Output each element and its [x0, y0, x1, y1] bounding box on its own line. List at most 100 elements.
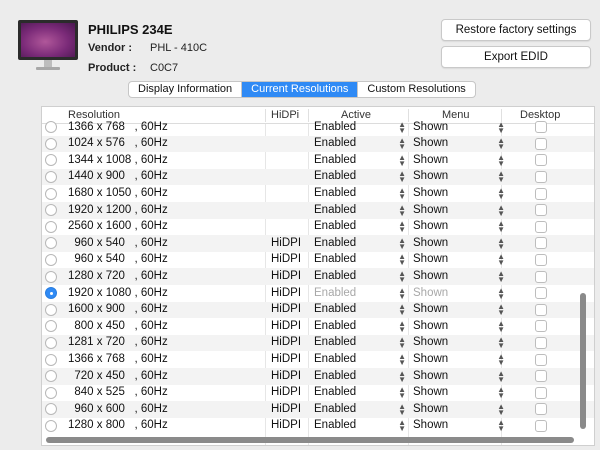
desktop-checkbox[interactable] [535, 204, 547, 217]
menu-popup[interactable]: Shown ▲ ▼ [413, 319, 505, 333]
tab-current-resolutions[interactable]: Current Resolutions [242, 82, 359, 97]
desktop-checkbox[interactable] [535, 121, 547, 134]
active-popup[interactable]: Enabled ▲ ▼ [314, 352, 406, 366]
desktop-checkbox[interactable] [535, 220, 547, 233]
menu-popup[interactable]: Shown ▲ ▼ [413, 402, 505, 416]
menu-popup[interactable]: Shown ▲ ▼ [413, 170, 505, 184]
table-row[interactable]: 1366 x 768 , 60Hz HiDPI Enabled ▲ ▼ Shown ▲ ▼ [42, 351, 594, 368]
select-radio-button[interactable] [45, 220, 57, 233]
menu-popup[interactable]: Shown ▲ ▼ [413, 236, 505, 250]
desktop-checkbox[interactable] [535, 254, 547, 267]
active-popup[interactable]: Enabled ▲ ▼ [314, 137, 406, 151]
desktop-checkbox[interactable] [535, 403, 547, 416]
select-radio-button[interactable] [45, 320, 57, 333]
menu-popup[interactable]: Shown ▲ ▼ [413, 369, 505, 383]
menu-popup[interactable]: Shown ▲ ▼ [413, 137, 505, 151]
menu-popup[interactable]: Shown ▲ ▼ [413, 419, 505, 433]
table-row[interactable]: 1024 x 576 , 60Hz Enabled ▲ ▼ Shown ▲ ▼ [42, 135, 594, 153]
active-popup[interactable]: Enabled ▲ ▼ [314, 369, 406, 383]
select-radio-button[interactable] [45, 154, 57, 167]
table-row[interactable]: 1680 x 1050 , 60Hz Enabled ▲ ▼ Shown ▲ ▼ [42, 185, 594, 202]
desktop-checkbox[interactable] [535, 137, 547, 150]
menu-popup[interactable]: Shown ▲ ▼ [413, 253, 505, 267]
active-popup[interactable]: Enabled ▲ ▼ [314, 203, 406, 217]
menu-popup[interactable]: Shown ▲ ▼ [413, 220, 505, 234]
table-row[interactable]: 1344 x 1008 , 60Hz Enabled ▲ ▼ Shown ▲ ▼ [42, 152, 594, 169]
table-row[interactable]: 960 x 540 , 60Hz HiDPI Enabled ▲ ▼ Shown ▲ ▼ [42, 252, 594, 269]
table-row[interactable]: 1920 x 1080 , 60Hz HiDPI Enabled ▲ ▼ Shown ▲ ▼ [42, 285, 594, 302]
table-row[interactable]: 960 x 540 , 60Hz HiDPI Enabled ▲ ▼ Shown ▲ ▼ [42, 235, 594, 252]
table-row[interactable]: 1920 x 1200 , 60Hz Enabled ▲ ▼ Shown ▲ ▼ [42, 202, 594, 219]
desktop-checkbox[interactable] [535, 187, 547, 200]
select-radio-button[interactable] [45, 403, 57, 416]
table-row[interactable]: 800 x 450 , 60Hz HiDPI Enabled ▲ ▼ Shown ▲ ▼ [42, 318, 594, 335]
desktop-checkbox[interactable] [535, 386, 547, 399]
select-radio-button[interactable] [45, 353, 57, 366]
table-row[interactable]: 720 x 450 , 60Hz HiDPI Enabled ▲ ▼ Shown ▲ ▼ [42, 368, 594, 385]
table-row[interactable]: 2560 x 1600 , 60Hz Enabled ▲ ▼ Shown ▲ ▼ [42, 219, 594, 236]
desktop-checkbox[interactable] [535, 270, 547, 283]
table-row[interactable]: 960 x 600 , 60Hz HiDPI Enabled ▲ ▼ Shown ▲ ▼ [42, 401, 594, 418]
select-radio-button[interactable] [45, 237, 57, 250]
table-row[interactable]: 1600 x 900 , 60Hz HiDPI Enabled ▲ ▼ Shown ▲ ▼ [42, 301, 594, 319]
select-radio-button[interactable] [45, 137, 57, 150]
menu-popup[interactable]: Shown ▲ ▼ [413, 120, 505, 134]
restore-factory-settings-button[interactable]: Restore factory settings [441, 19, 591, 41]
active-popup[interactable]: Enabled ▲ ▼ [314, 186, 406, 200]
active-popup[interactable]: Enabled ▲ ▼ [314, 303, 406, 317]
menu-popup[interactable]: Shown ▲ ▼ [413, 336, 505, 350]
menu-popup[interactable]: Shown ▲ ▼ [413, 153, 505, 167]
select-radio-button[interactable] [45, 386, 57, 399]
active-popup[interactable]: Enabled ▲ ▼ [314, 253, 406, 267]
table-row[interactable]: 1280 x 800 , 60Hz HiDPI Enabled ▲ ▼ Shown ▲ ▼ [42, 418, 594, 435]
select-radio-button[interactable] [45, 121, 57, 134]
select-radio-button[interactable] [45, 420, 57, 433]
export-edid-button[interactable]: Export EDID [441, 46, 591, 68]
tab-display-information[interactable]: Display Information [129, 82, 243, 97]
menu-popup[interactable]: Shown ▲ ▼ [413, 269, 505, 283]
menu-popup[interactable]: Shown ▲ ▼ [413, 286, 505, 300]
desktop-checkbox[interactable] [535, 420, 547, 433]
desktop-checkbox[interactable] [535, 337, 547, 350]
tab-custom-resolutions[interactable]: Custom Resolutions [358, 82, 474, 97]
active-popup[interactable]: Enabled ▲ ▼ [314, 220, 406, 234]
select-radio-button[interactable] [45, 254, 57, 267]
active-popup[interactable]: Enabled ▲ ▼ [314, 286, 406, 300]
table-row[interactable]: 1281 x 720 , 60Hz HiDPI Enabled ▲ ▼ Shown ▲ ▼ [42, 334, 594, 352]
desktop-checkbox[interactable] [535, 353, 547, 366]
desktop-checkbox[interactable] [535, 287, 547, 300]
desktop-checkbox[interactable] [535, 370, 547, 383]
vertical-scrollbar[interactable] [580, 293, 586, 429]
active-popup[interactable]: Enabled ▲ ▼ [314, 386, 406, 400]
select-radio-button[interactable] [45, 287, 57, 300]
active-popup[interactable]: Enabled ▲ ▼ [314, 269, 406, 283]
active-popup[interactable]: Enabled ▲ ▼ [314, 336, 406, 350]
menu-popup[interactable]: Shown ▲ ▼ [413, 386, 505, 400]
select-radio-button[interactable] [45, 204, 57, 217]
active-popup[interactable]: Enabled ▲ ▼ [314, 153, 406, 167]
active-popup[interactable]: Enabled ▲ ▼ [314, 419, 406, 433]
select-radio-button[interactable] [45, 303, 57, 316]
menu-popup[interactable]: Shown ▲ ▼ [413, 186, 505, 200]
desktop-checkbox[interactable] [535, 237, 547, 250]
table-row[interactable]: 1440 x 900 , 60Hz Enabled ▲ ▼ Shown ▲ ▼ [42, 168, 594, 186]
active-popup[interactable]: Enabled ▲ ▼ [314, 402, 406, 416]
desktop-checkbox[interactable] [535, 154, 547, 167]
active-popup[interactable]: Enabled ▲ ▼ [314, 319, 406, 333]
select-radio-button[interactable] [45, 370, 57, 383]
select-radio-button[interactable] [45, 270, 57, 283]
table-row[interactable]: 840 x 525 , 60Hz HiDPI Enabled ▲ ▼ Shown ▲ ▼ [42, 385, 594, 402]
desktop-checkbox[interactable] [535, 171, 547, 184]
select-radio-button[interactable] [45, 171, 57, 184]
active-popup[interactable]: Enabled ▲ ▼ [314, 236, 406, 250]
menu-popup[interactable]: Shown ▲ ▼ [413, 303, 505, 317]
select-radio-button[interactable] [45, 337, 57, 350]
desktop-checkbox[interactable] [535, 320, 547, 333]
active-popup[interactable]: Enabled ▲ ▼ [314, 170, 406, 184]
select-radio-button[interactable] [45, 187, 57, 200]
table-row[interactable]: 1366 x 768 , 60Hz Enabled ▲ ▼ Shown ▲ ▼ [42, 119, 594, 136]
desktop-checkbox[interactable] [535, 303, 547, 316]
active-popup[interactable]: Enabled ▲ ▼ [314, 120, 406, 134]
menu-popup[interactable]: Shown ▲ ▼ [413, 203, 505, 217]
table-row[interactable]: 1280 x 720 , 60Hz HiDPI Enabled ▲ ▼ Shown ▲ ▼ [42, 268, 594, 285]
